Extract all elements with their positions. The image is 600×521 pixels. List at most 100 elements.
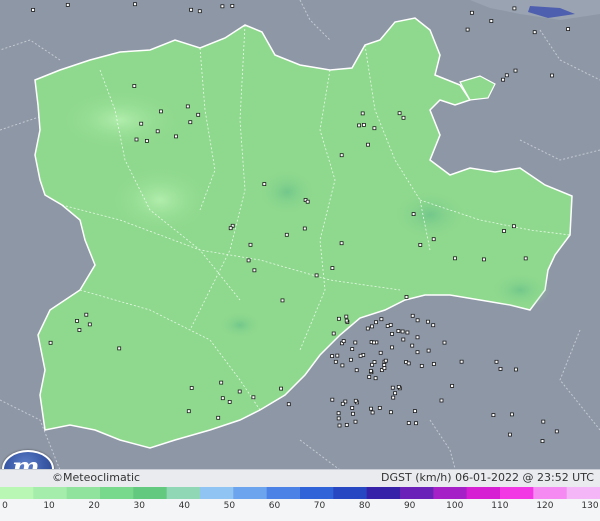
weather-station[interactable] <box>390 331 394 336</box>
weather-station[interactable] <box>262 182 267 187</box>
weather-station[interactable] <box>377 405 382 410</box>
weather-station[interactable] <box>188 120 193 125</box>
weather-station[interactable] <box>391 395 396 400</box>
weather-station[interactable] <box>390 345 394 350</box>
weather-station[interactable] <box>220 396 225 401</box>
weather-station[interactable] <box>523 256 528 261</box>
weather-station[interactable] <box>431 237 436 242</box>
weather-station[interactable] <box>227 399 232 404</box>
weather-station[interactable] <box>133 2 137 7</box>
weather-station[interactable] <box>512 6 517 11</box>
weather-station[interactable] <box>382 363 387 367</box>
weather-station[interactable] <box>330 266 335 271</box>
weather-station[interactable] <box>144 138 149 143</box>
weather-station[interactable] <box>439 398 444 403</box>
weather-station[interactable] <box>418 242 423 247</box>
weather-station[interactable] <box>333 359 338 364</box>
weather-station[interactable] <box>410 343 415 348</box>
weather-station[interactable] <box>339 153 344 158</box>
weather-station[interactable] <box>331 331 336 336</box>
weather-station[interactable] <box>550 73 554 78</box>
weather-station[interactable] <box>353 398 358 403</box>
weather-station[interactable] <box>361 123 366 127</box>
weather-station[interactable] <box>513 68 518 73</box>
weather-station[interactable] <box>31 7 36 12</box>
weather-station[interactable] <box>382 366 387 371</box>
weather-station[interactable] <box>554 429 559 434</box>
weather-station[interactable] <box>405 330 410 335</box>
weather-station[interactable] <box>357 123 362 128</box>
weather-station[interactable] <box>414 421 418 426</box>
weather-station[interactable] <box>453 256 457 261</box>
weather-station[interactable] <box>314 273 319 278</box>
weather-station[interactable] <box>228 226 233 231</box>
weather-station[interactable] <box>305 199 310 204</box>
brand-name[interactable]: ©Meteoclimatic <box>52 471 140 484</box>
weather-station[interactable] <box>370 324 374 329</box>
weather-station[interactable] <box>248 242 253 247</box>
weather-station[interactable] <box>370 410 375 415</box>
weather-station[interactable] <box>155 129 160 134</box>
weather-station[interactable] <box>397 111 402 116</box>
weather-station[interactable] <box>350 347 355 352</box>
weather-station[interactable] <box>302 226 307 231</box>
weather-station[interactable] <box>341 339 346 344</box>
weather-station[interactable] <box>340 401 345 406</box>
weather-station[interactable] <box>351 411 355 416</box>
weather-station[interactable] <box>383 358 388 363</box>
weather-station[interactable] <box>284 232 289 237</box>
weather-station[interactable] <box>251 395 256 400</box>
weather-station[interactable] <box>330 354 335 359</box>
weather-station[interactable] <box>339 241 344 246</box>
weather-station[interactable] <box>501 77 506 82</box>
weather-station[interactable] <box>280 298 285 303</box>
weather-station[interactable] <box>512 224 516 229</box>
weather-station[interactable] <box>354 368 359 373</box>
weather-station[interactable] <box>431 323 436 328</box>
weather-station[interactable] <box>340 363 345 368</box>
weather-station[interactable] <box>189 7 194 12</box>
weather-station[interactable] <box>540 439 545 444</box>
weather-station[interactable] <box>415 335 420 340</box>
weather-station[interactable] <box>369 406 373 411</box>
weather-station[interactable] <box>219 380 224 385</box>
weather-station[interactable] <box>348 357 353 362</box>
weather-station[interactable] <box>230 4 235 8</box>
weather-station[interactable] <box>388 410 393 415</box>
weather-station[interactable] <box>197 9 202 14</box>
weather-station[interactable] <box>406 421 411 425</box>
weather-station[interactable] <box>185 104 190 109</box>
weather-station[interactable] <box>566 27 570 32</box>
weather-station[interactable] <box>84 312 89 317</box>
weather-station[interactable] <box>139 121 144 126</box>
weather-station[interactable] <box>216 415 221 420</box>
weather-station[interactable] <box>366 142 370 147</box>
weather-station[interactable] <box>360 111 365 116</box>
weather-station[interactable] <box>400 329 405 334</box>
weather-station[interactable] <box>509 412 514 417</box>
weather-station[interactable] <box>373 376 378 381</box>
weather-station[interactable] <box>335 353 340 358</box>
weather-station[interactable] <box>196 112 201 117</box>
weather-station[interactable] <box>415 318 420 323</box>
weather-station[interactable] <box>77 328 82 332</box>
weather-station[interactable] <box>431 362 436 366</box>
weather-station[interactable] <box>379 317 384 322</box>
weather-station[interactable] <box>344 422 349 427</box>
weather-station[interactable] <box>117 346 122 351</box>
weather-station[interactable] <box>372 126 377 131</box>
weather-station[interactable] <box>514 367 518 372</box>
weather-station[interactable] <box>365 326 370 331</box>
weather-station[interactable] <box>158 109 163 114</box>
weather-station[interactable] <box>358 353 363 358</box>
weather-station[interactable] <box>412 409 417 414</box>
weather-station[interactable] <box>425 319 430 324</box>
weather-station[interactable] <box>336 316 341 321</box>
weather-station[interactable] <box>426 348 431 353</box>
weather-station[interactable] <box>396 384 401 389</box>
weather-station[interactable] <box>330 397 335 402</box>
weather-station[interactable] <box>388 322 393 327</box>
weather-station[interactable] <box>174 134 178 139</box>
weather-station[interactable] <box>353 340 358 345</box>
weather-station[interactable] <box>415 350 420 355</box>
